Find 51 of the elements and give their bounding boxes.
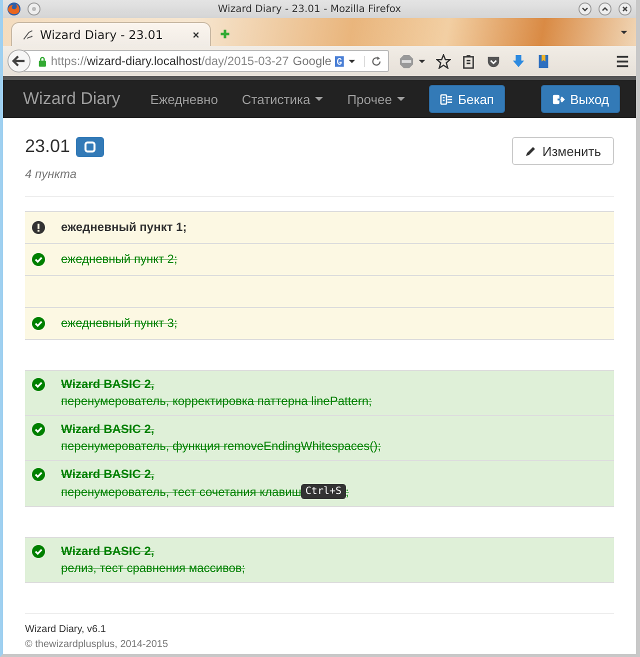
item-text: перенумерователь, функция removeEndingWhitespaces();: [61, 439, 381, 453]
nav-link[interactable]: Статистика: [242, 92, 324, 106]
search-engine-icon: [335, 56, 344, 66]
brand-link[interactable]: Wizard Diary: [23, 89, 120, 109]
item-text: ежедневный пункт 1;: [61, 220, 187, 234]
minimize-icon[interactable]: [578, 2, 592, 16]
item-heading: Wizard BASIC 2,: [61, 377, 156, 391]
item-text: релиз, тест сравнения массивов;: [61, 561, 246, 575]
star-icon[interactable]: [436, 54, 451, 68]
item-text: ;: [346, 484, 349, 498]
dropdown-icon[interactable]: [348, 58, 356, 64]
item-text: перенумерователь, тест сочетания клавиш: [61, 484, 302, 498]
lock-icon: [38, 56, 47, 66]
clipboard-icon[interactable]: [461, 54, 476, 68]
hotkey: Ctrl+S: [301, 484, 346, 499]
item-heading: Wizard BASIC 2,: [61, 422, 156, 436]
wand-icon: [22, 28, 34, 40]
url-text: https://wizard-diary.localhost/day/2015-03-27: [50, 54, 289, 68]
edit-button[interactable]: Изменить: [512, 137, 614, 165]
address-field[interactable]: https://wizard-diary.localhost/day/2015-03-27 Google: [23, 50, 389, 72]
item-text: ежедневный пункт 2;: [61, 252, 178, 266]
dropdown-icon[interactable]: [620, 30, 628, 35]
window-title: Wizard Diary - 23.01 - Mozilla Firefox: [216, 4, 402, 14]
bookmark-icon[interactable]: [536, 54, 551, 68]
item-text: перенумерователь, корректировка паттерна linePattern;: [61, 394, 372, 408]
nav-link[interactable]: Прочее: [347, 92, 405, 106]
search-engine-label[interactable]: Google: [292, 54, 332, 68]
pencil-icon: [525, 145, 538, 157]
toggle-button[interactable]: [76, 136, 104, 156]
archive-icon: [440, 92, 453, 106]
close-icon[interactable]: [618, 2, 632, 16]
nav-link[interactable]: Ежедневно: [150, 92, 218, 106]
tab-title: Wizard Diary - 23.01: [40, 28, 164, 42]
logout-button[interactable]: Выход: [541, 85, 620, 113]
item-count: 4 пункта: [25, 167, 78, 181]
item-text: ежедневный пункт 3;: [61, 316, 178, 330]
square-icon: [84, 140, 96, 152]
menu-icon[interactable]: [615, 54, 630, 68]
browser-tab[interactable]: Wizard Diary - 23.01: [11, 22, 211, 46]
logout-icon: [552, 92, 566, 106]
copyright-text: © thewizardplusplus, 2014-2015: [25, 639, 170, 650]
download-icon[interactable]: [511, 54, 526, 68]
item-heading: Wizard BASIC 2,: [61, 467, 156, 481]
backup-button[interactable]: Бекап: [428, 85, 505, 113]
close-icon[interactable]: [192, 30, 200, 38]
dropdown-icon[interactable]: [418, 58, 426, 64]
maximize-icon[interactable]: [598, 2, 612, 16]
item-heading: Wizard BASIC 2,: [61, 544, 156, 558]
page-title: 23.01: [25, 136, 70, 157]
browser-logo-icon: [7, 2, 21, 16]
version-text: Wizard Diary, v6.1: [25, 624, 107, 635]
